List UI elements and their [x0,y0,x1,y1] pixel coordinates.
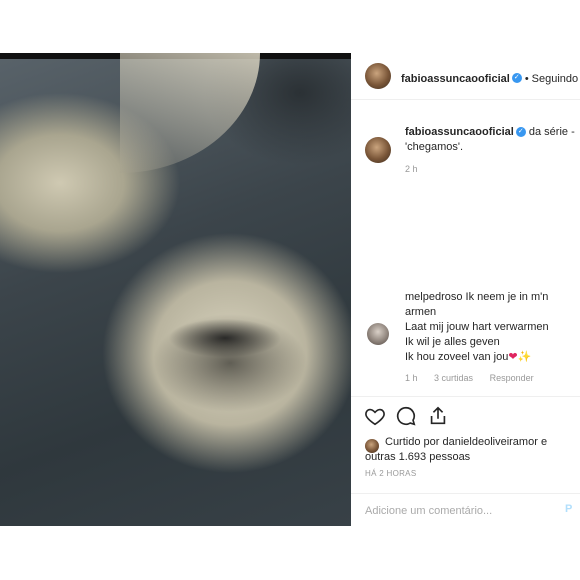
author-username[interactable]: fabioassuncaooficial [401,73,510,85]
likes-count[interactable]: outras 1.693 pessoas [365,451,470,463]
comment-username[interactable]: melpedroso [405,291,462,303]
comment-line: Ik wil je alles geven [405,336,500,348]
heart-icon[interactable] [364,405,386,427]
comment-meta: 1 h 3 curtidas Responder [405,373,548,383]
reply-button[interactable]: Responder [490,373,534,383]
caption-text: fabioassuncaooficial ✓ da série - 'chegam… [405,125,575,155]
liked-by-prefix: Curtido por [385,436,440,448]
author-avatar[interactable] [365,63,391,89]
author-line: fabioassuncaooficial ✓ • Seguindo [401,69,578,87]
publish-button[interactable]: P [565,503,572,515]
post-side-panel: fabioassuncaooficial ✓ • Seguindo fabioassu… [351,53,580,526]
comment-line: armen [405,306,437,318]
likes-summary: Curtido por danieldeoliveiramor e outras… [365,435,575,465]
post-header: fabioassuncaooficial ✓ • Seguindo [351,53,580,100]
comment-line: Ik neem je in m'n [465,291,549,303]
comment-line: Laat mij jouw hart verwarmen [405,321,549,333]
post-timestamp[interactable]: HÁ 2 HORAS [365,469,416,478]
caption-meta: 2 h [405,164,432,174]
following-button[interactable]: Seguindo [532,73,579,85]
verified-badge-icon: ✓ [515,127,526,138]
caption-username[interactable]: fabioassuncaooficial [405,126,514,138]
photo-highlight [120,53,260,173]
caption-avatar[interactable] [365,137,391,163]
comment-likes[interactable]: 3 curtidas [434,373,473,383]
comment-line: Ik hou zoveel van jou [405,351,509,363]
commenter-avatar[interactable] [367,323,389,345]
comment-text: melpedroso Ik neem je in m'n armen Laat … [405,290,580,365]
caption-body-2: 'chegamos'. [405,141,464,153]
heart-sparkle-emoji: ❤✨ [508,351,532,363]
comment-composer: P [351,493,580,527]
verified-badge-icon: ✓ [511,72,522,83]
comment-bubble-icon[interactable] [395,405,417,427]
comment-input[interactable] [363,500,517,522]
post-photo[interactable] [0,53,351,526]
share-icon[interactable] [427,405,449,427]
liked-by-user[interactable]: danieldeoliveiramor [442,436,537,448]
liked-by-conj: e [540,436,548,448]
comment-time[interactable]: 1 h [405,373,418,383]
caption-body: da série - [528,126,575,138]
caption-time[interactable]: 2 h [405,164,418,174]
separator-dot: • [524,73,529,85]
